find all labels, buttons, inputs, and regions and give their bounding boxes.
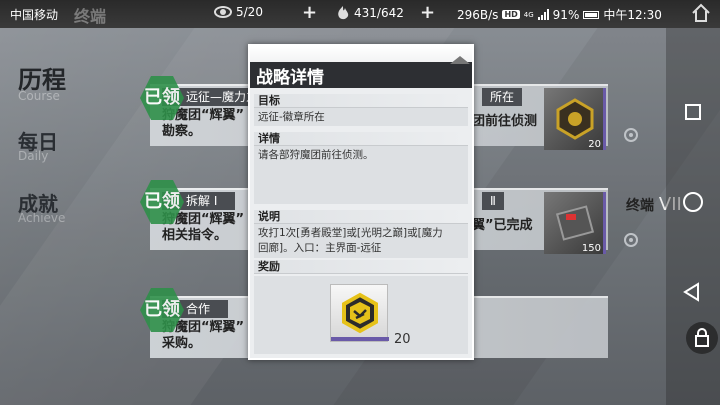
system-indicators: 296B/s HD 4G 91% 中午12:30: [457, 6, 662, 23]
stamina-icon: [338, 6, 349, 20]
lock-glyph: [695, 328, 709, 347]
lock-icon[interactable]: [686, 322, 718, 354]
explain-line: 回廊]。入口：主界面-远征: [258, 242, 382, 254]
quest-desc-line: 采购。: [162, 336, 202, 351]
home-button[interactable]: [683, 192, 703, 212]
rarity-stripe: [331, 337, 389, 341]
eye-icon: [214, 6, 232, 18]
reward-label: 奖励: [254, 260, 468, 274]
menu-item-daily[interactable]: 每日 Daily: [18, 126, 58, 163]
quest-desc-line: 勘察。: [162, 124, 202, 139]
reward-count: 20: [588, 139, 601, 150]
add-eye-button[interactable]: +: [302, 2, 317, 23]
strategy-detail-dialog: 战略详情 目标 远征-徽章所在 详情 请各部狩魔团前往侦测。 说明 攻打1次[勇…: [248, 44, 474, 360]
terminal-label-zh: 终端: [626, 198, 654, 214]
battery-icon: [583, 10, 600, 19]
add-stamina-button[interactable]: +: [420, 2, 435, 23]
explain-line: 攻打1次[勇者殿堂]或[光明之巅]或[魔力: [258, 227, 443, 239]
reward-box: 20: [254, 276, 468, 354]
reward-count: 150: [581, 243, 601, 254]
game-title: 终端: [74, 7, 107, 26]
menu-item-achieve[interactable]: 成就 Achieve: [18, 188, 65, 225]
quest-select-radio[interactable]: [624, 128, 638, 142]
quest-title-right: Ⅱ: [482, 192, 504, 210]
target-label: 目标: [254, 94, 468, 108]
explain-label: 说明: [254, 210, 468, 224]
menu-item-course[interactable]: 历程 Course: [18, 60, 66, 103]
reward-item[interactable]: [330, 284, 389, 342]
quest-select-radio[interactable]: [624, 233, 638, 247]
hd-badge: HD: [502, 10, 520, 19]
stamina-resource: 431/642: [336, 5, 404, 21]
reward-thumbnail: 20: [544, 88, 606, 150]
dialog-title: 战略详情: [256, 68, 324, 88]
explain-text: 攻打1次[勇者殿堂]或[光明之巅]或[魔力 回廊]。入口：主界面-远征: [254, 224, 468, 258]
home-icon[interactable]: [690, 2, 712, 24]
network-type: 4G: [523, 10, 534, 19]
back-button[interactable]: [682, 282, 702, 302]
status-bar: 中国移动 终端 5/20 + 431/642 + 296B/s HD 4G 91…: [0, 0, 720, 28]
quest-description-right: 翼”已完成: [472, 218, 533, 233]
carrier-label: 中国移动: [10, 8, 59, 22]
menu-sublabel: Course: [18, 89, 60, 103]
quest-desc-line: 相关指令。: [162, 228, 228, 243]
reward-count: 20: [394, 332, 411, 347]
signal-icon: [537, 9, 549, 20]
recent-apps-button[interactable]: [685, 104, 701, 120]
menu-sublabel: Achieve: [18, 211, 66, 225]
battery-percent: 91%: [552, 7, 580, 22]
detail-text: 请各部狩魔团前往侦测。: [254, 146, 468, 204]
detail-label: 详情: [254, 132, 468, 146]
clock: 中午12:30: [603, 8, 662, 22]
eye-resource: 5/20: [214, 5, 263, 19]
eye-value: 5/20: [236, 5, 263, 19]
quest-title-right: 所在: [482, 88, 523, 106]
close-corner-icon[interactable]: [450, 56, 470, 64]
quest-description-right: 团前往侦测: [472, 114, 538, 129]
stamina-value: 431/642: [354, 6, 404, 20]
badge-icon: [342, 292, 378, 334]
target-text: 远征-徽章所在: [254, 108, 468, 126]
net-speed: 296B/s: [457, 7, 499, 22]
reward-thumbnail: 150: [544, 192, 606, 254]
